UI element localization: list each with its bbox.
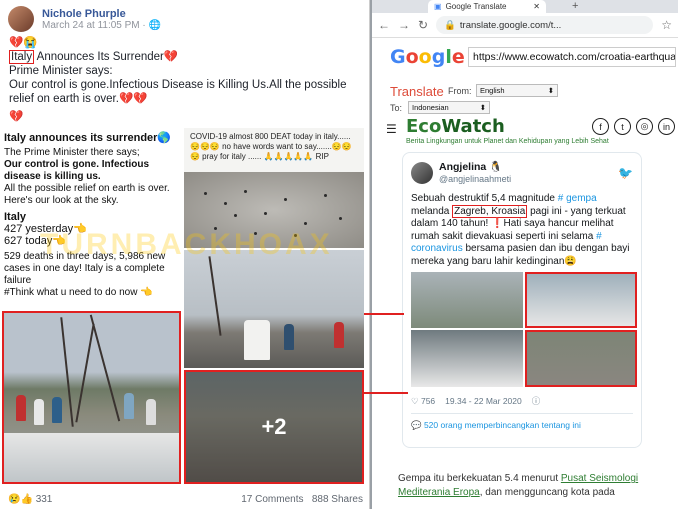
- chevron-down-icon: ⬍: [479, 103, 486, 112]
- shares-count[interactable]: 888 Shares: [312, 494, 363, 505]
- tweet-time[interactable]: 19.34 - 22 Mar 2020: [445, 395, 522, 408]
- facebook-icon[interactable]: f: [592, 118, 609, 135]
- reactions-count[interactable]: 😢👍 331: [8, 494, 52, 505]
- ecowatch-header: ☰ EcoWatch Berita Lingkungan untuk Plane…: [382, 116, 678, 156]
- post-line-3: Our control is gone.Infectious Disease i…: [9, 79, 347, 105]
- from-label: From:: [448, 86, 472, 96]
- address-bar: ← → ↻ 🔒 translate.google.com/t... ☆: [372, 13, 678, 38]
- tweet-photo-2[interactable]: [525, 272, 637, 328]
- emoji-line: 💔😭: [9, 37, 38, 49]
- browser-window: ▣ Google Translate ✕ + ← → ↻ 🔒 translate…: [372, 0, 678, 509]
- ecowatch-logo[interactable]: EcoWatch: [406, 116, 505, 137]
- to-label: To:: [390, 103, 403, 113]
- translate-label: Translate: [390, 84, 444, 99]
- tweet-text: Sebuah destruktif 5,4 magnitude # gempa …: [411, 193, 630, 267]
- tweet-author-name[interactable]: Angjelina 🐧: [439, 161, 511, 174]
- to-language-select[interactable]: Indonesian ⬍: [408, 101, 490, 114]
- back-icon[interactable]: ←: [378, 18, 390, 32]
- post-line-2: Prime Minister says:: [9, 65, 113, 77]
- instagram-icon[interactable]: ◎: [636, 118, 653, 135]
- caption-line: The Prime Minister there says;: [4, 147, 140, 158]
- forward-icon[interactable]: →: [398, 18, 410, 32]
- google-logo[interactable]: Google: [390, 46, 465, 68]
- avatar[interactable]: [411, 162, 433, 184]
- post-footer: 😢👍 331 17 Comments 888 Shares: [8, 494, 363, 505]
- twitter-bird-icon[interactable]: 🐦: [618, 167, 633, 180]
- twitter-icon[interactable]: t: [614, 118, 631, 135]
- tab-title: Google Translate: [445, 2, 507, 11]
- close-icon[interactable]: ✕: [533, 2, 540, 11]
- post-text: 💔😭 Italy Announces Its Surrender💔 Prime …: [9, 36, 364, 124]
- outdoor-patients-photo[interactable]: [184, 250, 364, 368]
- from-language-select[interactable]: English ⬍: [476, 84, 558, 97]
- post-header: Nichole Phurple March 24 at 11:05 PM · 🌐: [8, 4, 161, 34]
- caption-title: Italy announces its surrender🌎: [4, 132, 172, 144]
- highlight-zagreb: Zagreb, Kroasia: [452, 204, 528, 218]
- red-connector-line: [364, 313, 404, 315]
- sad-reaction-icon: 😢👍: [8, 494, 36, 505]
- tab-bar: ▣ Google Translate ✕ +: [372, 0, 678, 13]
- tweet-handle[interactable]: @angjelinaahmeti: [439, 173, 511, 186]
- article-text: Gempa itu berkekuatan 5.4 menurut Pusat …: [398, 473, 639, 498]
- comment-icon: 💬: [411, 419, 424, 430]
- lock-icon: 🔒: [444, 19, 456, 31]
- caption-line: All the possible relief on earth is over…: [4, 183, 170, 206]
- info-icon[interactable]: ⓘ: [532, 395, 541, 408]
- post-timestamp[interactable]: March 24 at 11:05 PM · 🌐: [42, 20, 161, 31]
- avatar[interactable]: [8, 6, 34, 32]
- emoji-line-2: 💔: [9, 111, 24, 123]
- highlight-italy: Italy: [9, 50, 35, 64]
- more-photos-count[interactable]: +2: [186, 372, 362, 482]
- tweet-photo-4[interactable]: [525, 330, 637, 387]
- watermark: TURNBACKHOAX: [40, 228, 333, 261]
- reload-icon[interactable]: ↻: [418, 18, 428, 32]
- tweet-photos[interactable]: [411, 272, 637, 387]
- tweet-meta: ♡ 756 19.34 - 22 Mar 2020 ⓘ: [411, 395, 633, 414]
- embedded-tweet[interactable]: Angjelina 🐧 @angjelinaahmeti 🐦 Sebuah de…: [402, 152, 642, 448]
- translate-favicon-icon: ▣: [434, 2, 442, 11]
- caption-line: Our control is gone. Infectious disease …: [4, 159, 150, 182]
- headline-rest: Announces Its Surrender💔: [36, 51, 179, 63]
- chevron-down-icon: ⬍: [547, 86, 554, 95]
- image-tweet-text: COVID-19 almost 800 DEAT today in italy.…: [190, 132, 352, 161]
- tweet-photo-3[interactable]: [411, 330, 523, 387]
- linkedin-icon[interactable]: in: [658, 118, 675, 135]
- facebook-post: Nichole Phurple March 24 at 11:05 PM · 🌐…: [0, 0, 370, 509]
- author-name[interactable]: Nichole Phurple: [42, 8, 161, 20]
- like-count[interactable]: ♡ 756: [411, 395, 435, 408]
- ecowatch-tagline: Berita Lingkungan untuk Planet dan Kehid…: [406, 138, 609, 145]
- headline: Italy Announces Its Surrender💔: [9, 50, 364, 64]
- caption-line: #Think what u need to do now 👈: [4, 287, 153, 298]
- translate-url-input[interactable]: https://www.ecowatch.com/croatia-earthqu…: [468, 47, 676, 67]
- tweet-conversation-link[interactable]: 💬 520 orang memperbincangkan tentang ini: [411, 419, 633, 432]
- tab-google-translate[interactable]: ▣ Google Translate ✕: [428, 0, 546, 13]
- patients-on-beds-photo[interactable]: +2: [184, 370, 364, 484]
- menu-icon[interactable]: ☰: [386, 122, 397, 136]
- caption-line: Italy: [4, 211, 27, 223]
- url-field[interactable]: 🔒 translate.google.com/t...: [436, 16, 654, 34]
- new-tab-icon[interactable]: +: [572, 0, 578, 12]
- tweet-header: Angjelina 🐧 @angjelinaahmeti 🐦: [411, 159, 633, 187]
- photo-caption-image[interactable]: Italy announces its surrender🌎 The Prime…: [0, 128, 183, 485]
- hashtag-gempa[interactable]: # gempa: [558, 193, 597, 204]
- url-text: translate.google.com/t...: [459, 19, 562, 31]
- hospital-evacuation-photo: [2, 311, 181, 484]
- red-connector-line: [364, 392, 408, 394]
- image-caption: Italy announces its surrender🌎 The Prime…: [0, 128, 183, 303]
- comments-count[interactable]: 17 Comments: [241, 494, 303, 505]
- star-icon[interactable]: ☆: [661, 18, 672, 32]
- tweet-photo-1[interactable]: [411, 272, 523, 328]
